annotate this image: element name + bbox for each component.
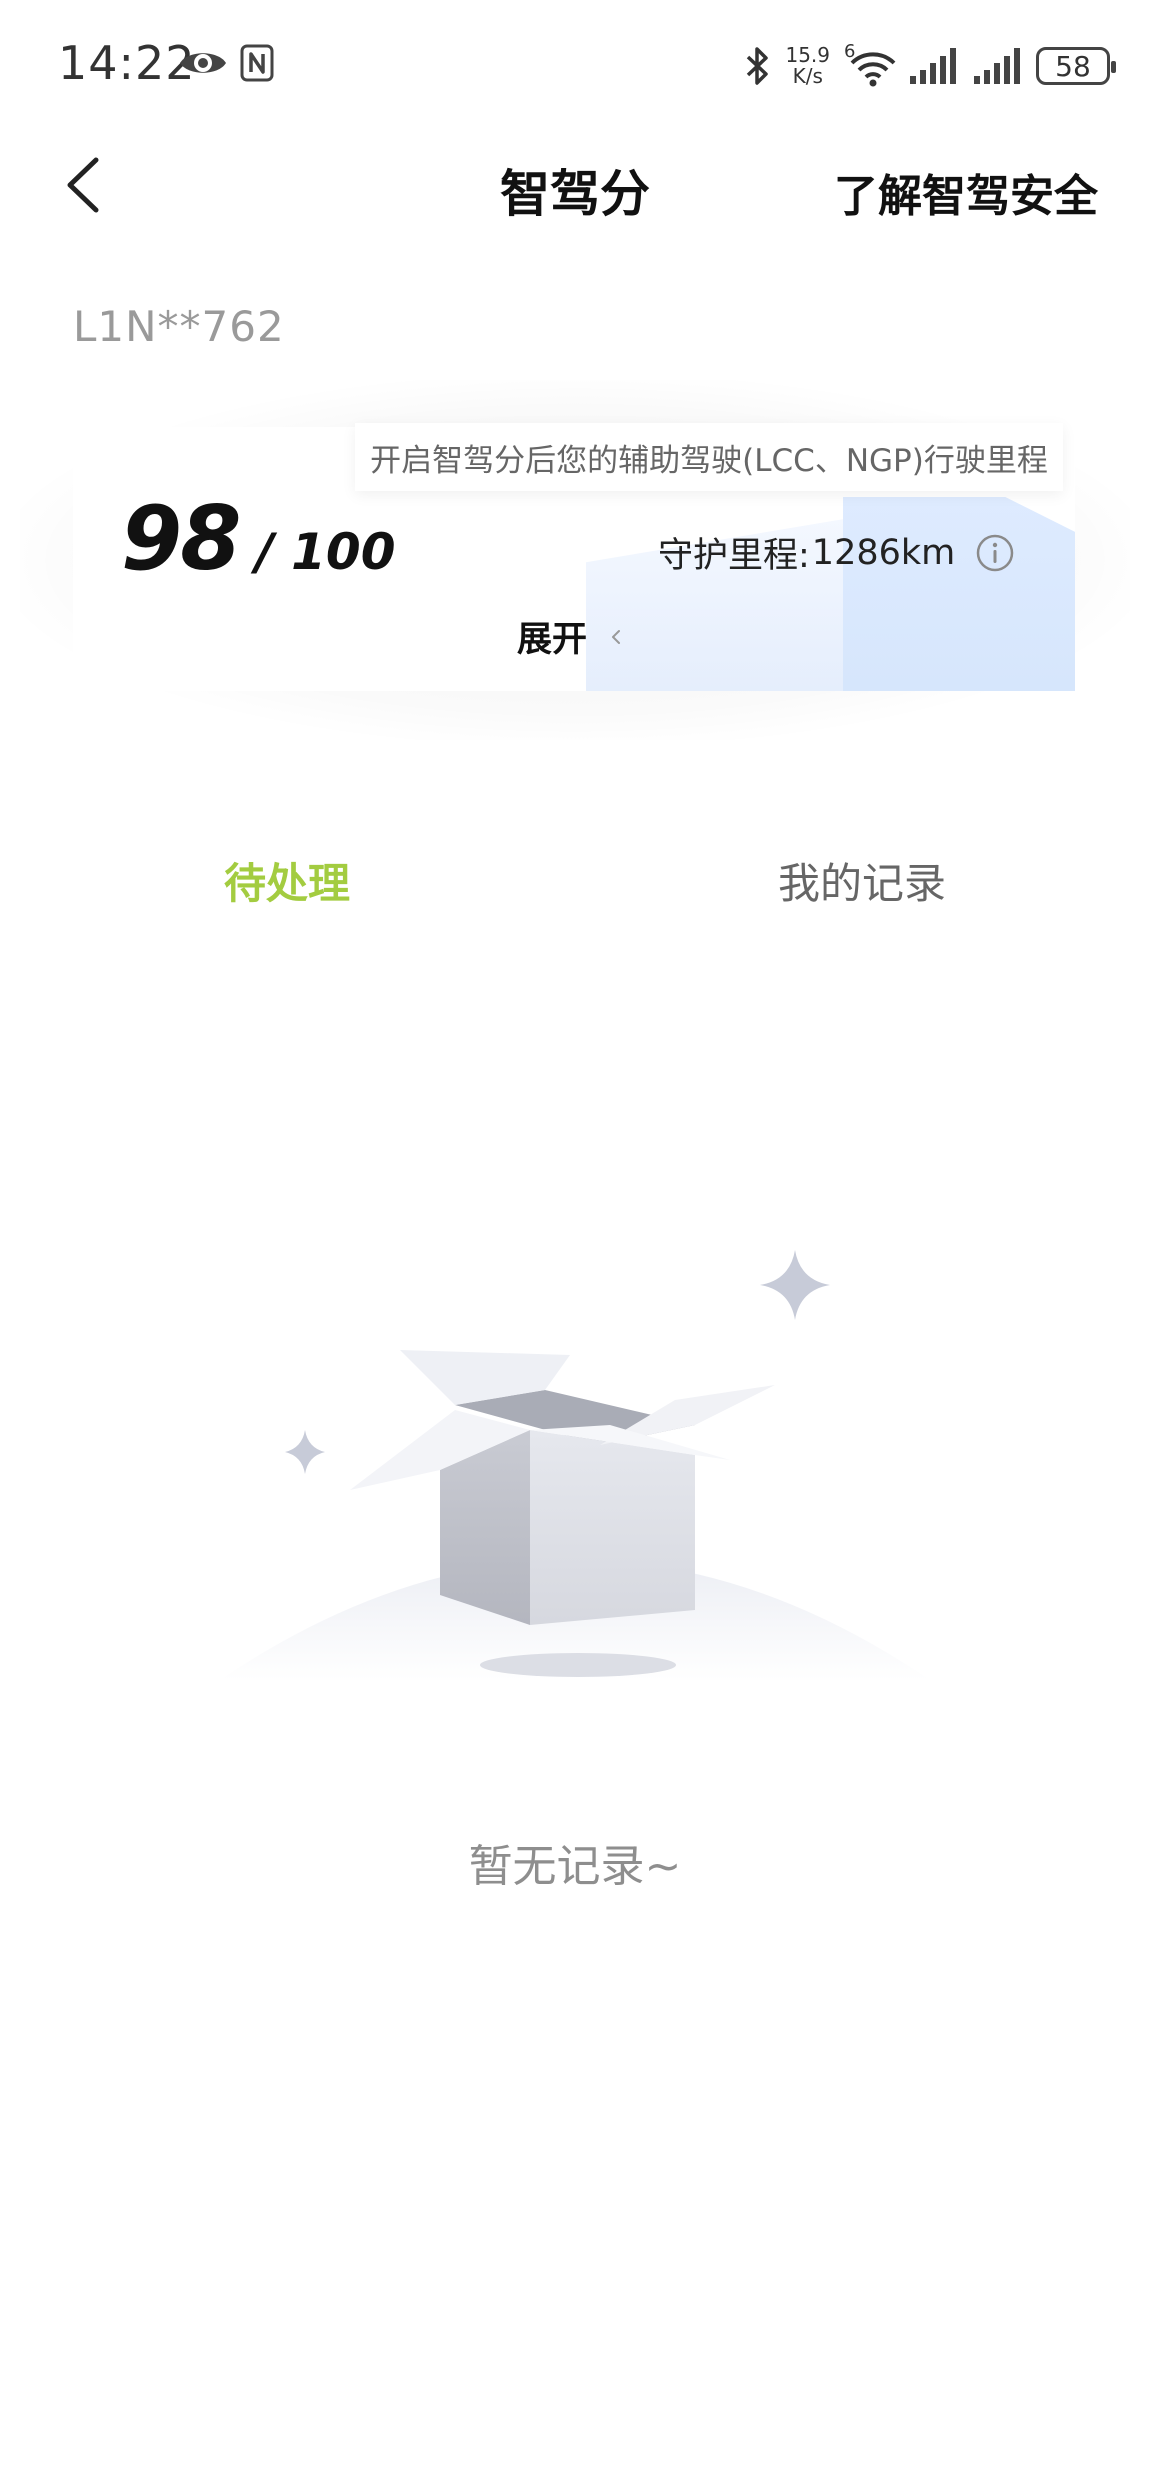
status-bar: 14:22 15.9 K/s 6 58 <box>0 0 1150 130</box>
network-speed-unit: K/s <box>792 64 823 88</box>
guard-mileage: 守护里程: 1286km <box>658 527 1015 578</box>
mileage-value: 1286km <box>811 532 956 573</box>
back-button[interactable] <box>56 152 116 218</box>
wifi-icon <box>850 52 896 87</box>
mileage-label: 守护里程: <box>658 536 810 576</box>
battery-icon: 58 <box>1036 47 1116 85</box>
learn-safety-link[interactable]: 了解智驾安全 <box>834 160 1098 224</box>
score: 98 / 100 <box>121 487 396 590</box>
nav-bar: 智驾分 了解智驾安全 <box>0 130 1150 240</box>
info-icon[interactable] <box>975 533 1015 573</box>
tab-bar: 待处理 我的记录 <box>0 840 1150 920</box>
tab-pending[interactable]: 待处理 <box>224 850 350 911</box>
tab-my-records[interactable]: 我的记录 <box>778 850 946 911</box>
signal-icon <box>974 48 1020 84</box>
expand-label: 展开 <box>517 620 588 660</box>
empty-box-illustration <box>220 1250 930 1680</box>
chevron-left-icon <box>612 629 621 644</box>
network-speed: 15.9 K/s <box>785 45 830 87</box>
eye-icon <box>180 53 226 73</box>
expand-button[interactable]: 展开 <box>517 611 623 662</box>
mileage-tooltip: 开启智驾分后您的辅助驾驶(LCC、NGP)行驶里程 <box>355 423 1063 491</box>
score-total: / 100 <box>255 523 396 581</box>
status-right: 15.9 K/s 6 58 <box>745 38 1116 94</box>
score-value: 98 <box>121 487 241 590</box>
status-time: 14:22 <box>58 36 196 90</box>
bluetooth-icon <box>747 47 769 85</box>
plate-number: L1N**762 <box>73 302 285 351</box>
signal-icon <box>910 48 956 84</box>
network-speed-value: 15.9 <box>785 43 830 67</box>
empty-state-text: 暂无记录~ <box>468 1841 682 1892</box>
wifi-group: 6 <box>844 41 896 87</box>
nfc-icon <box>240 44 274 82</box>
